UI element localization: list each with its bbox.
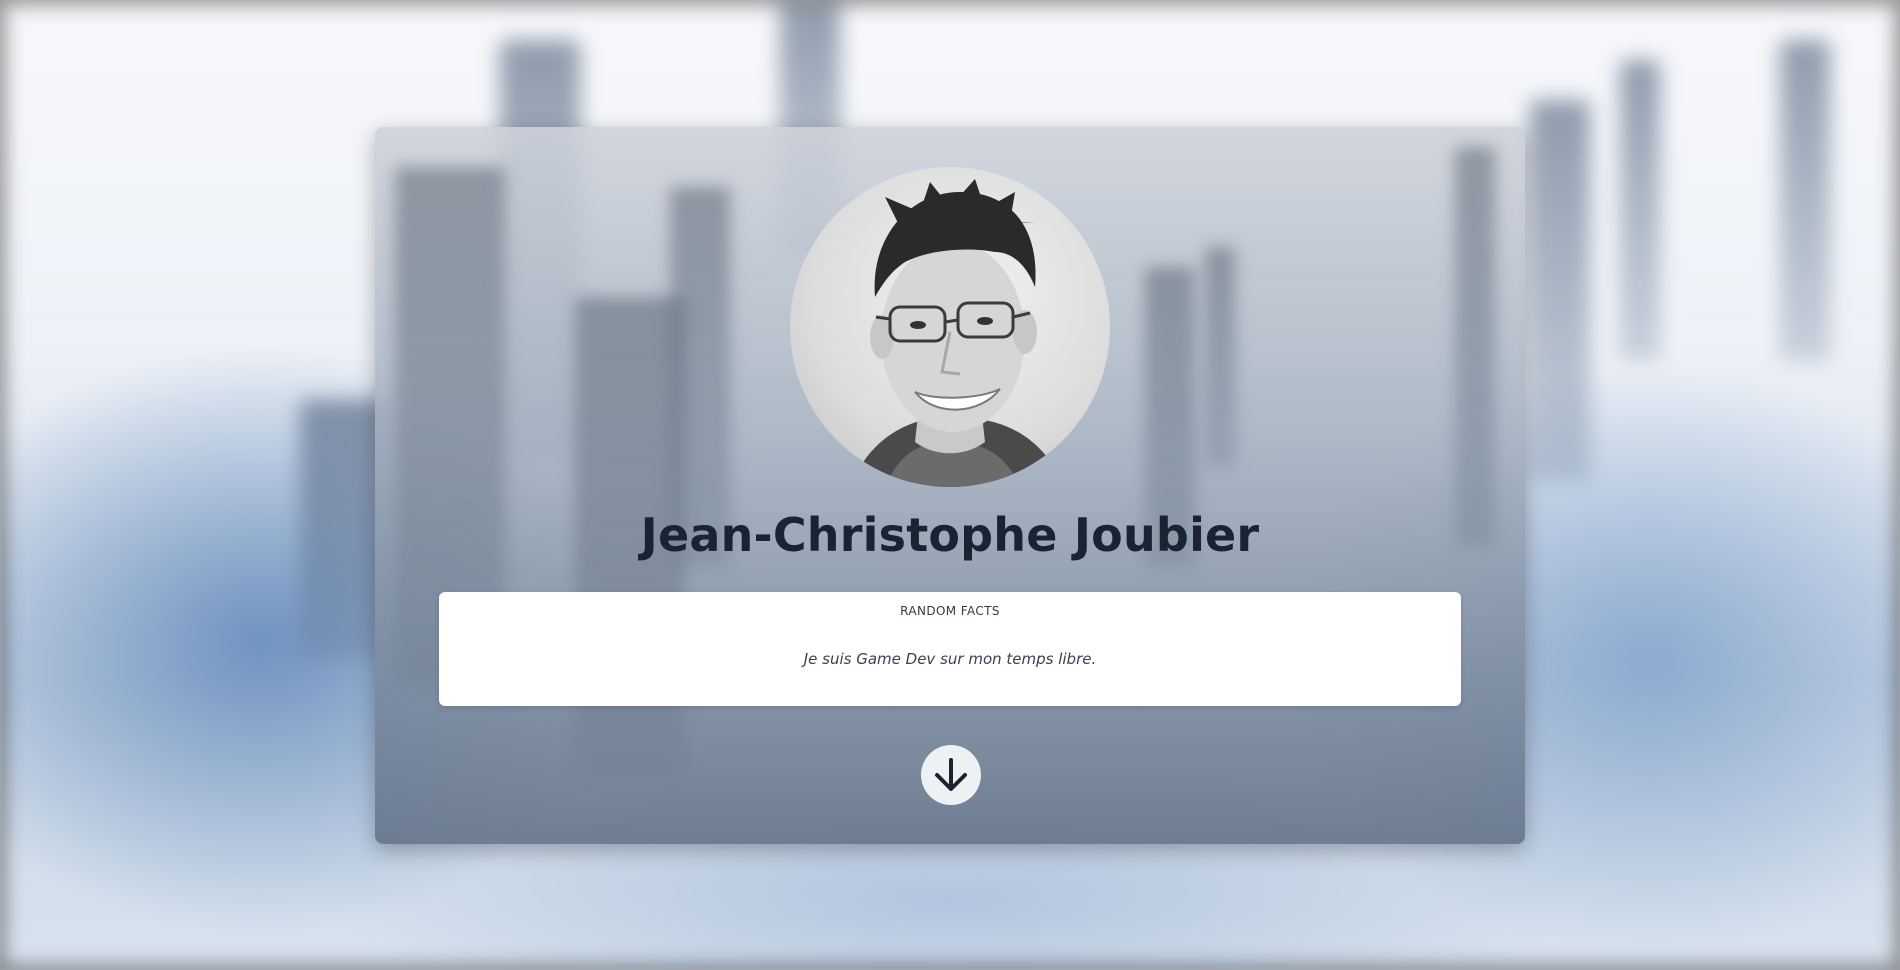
profile-name: Jean-Christophe Joubier bbox=[640, 508, 1260, 562]
profile-avatar bbox=[790, 167, 1110, 487]
profile-card: Jean-Christophe Joubier RANDOM FACTS Je … bbox=[375, 127, 1525, 844]
random-facts-title: RANDOM FACTS bbox=[900, 604, 1000, 618]
arrow-down-icon bbox=[935, 758, 967, 791]
profile-photo bbox=[850, 179, 1065, 487]
random-facts-box: RANDOM FACTS Je suis Game Dev sur mon te… bbox=[439, 592, 1461, 706]
random-fact-text: Je suis Game Dev sur mon temps libre. bbox=[803, 650, 1097, 668]
scroll-down-button[interactable] bbox=[921, 745, 981, 805]
page: Jean-Christophe Joubier RANDOM FACTS Je … bbox=[0, 0, 1900, 970]
